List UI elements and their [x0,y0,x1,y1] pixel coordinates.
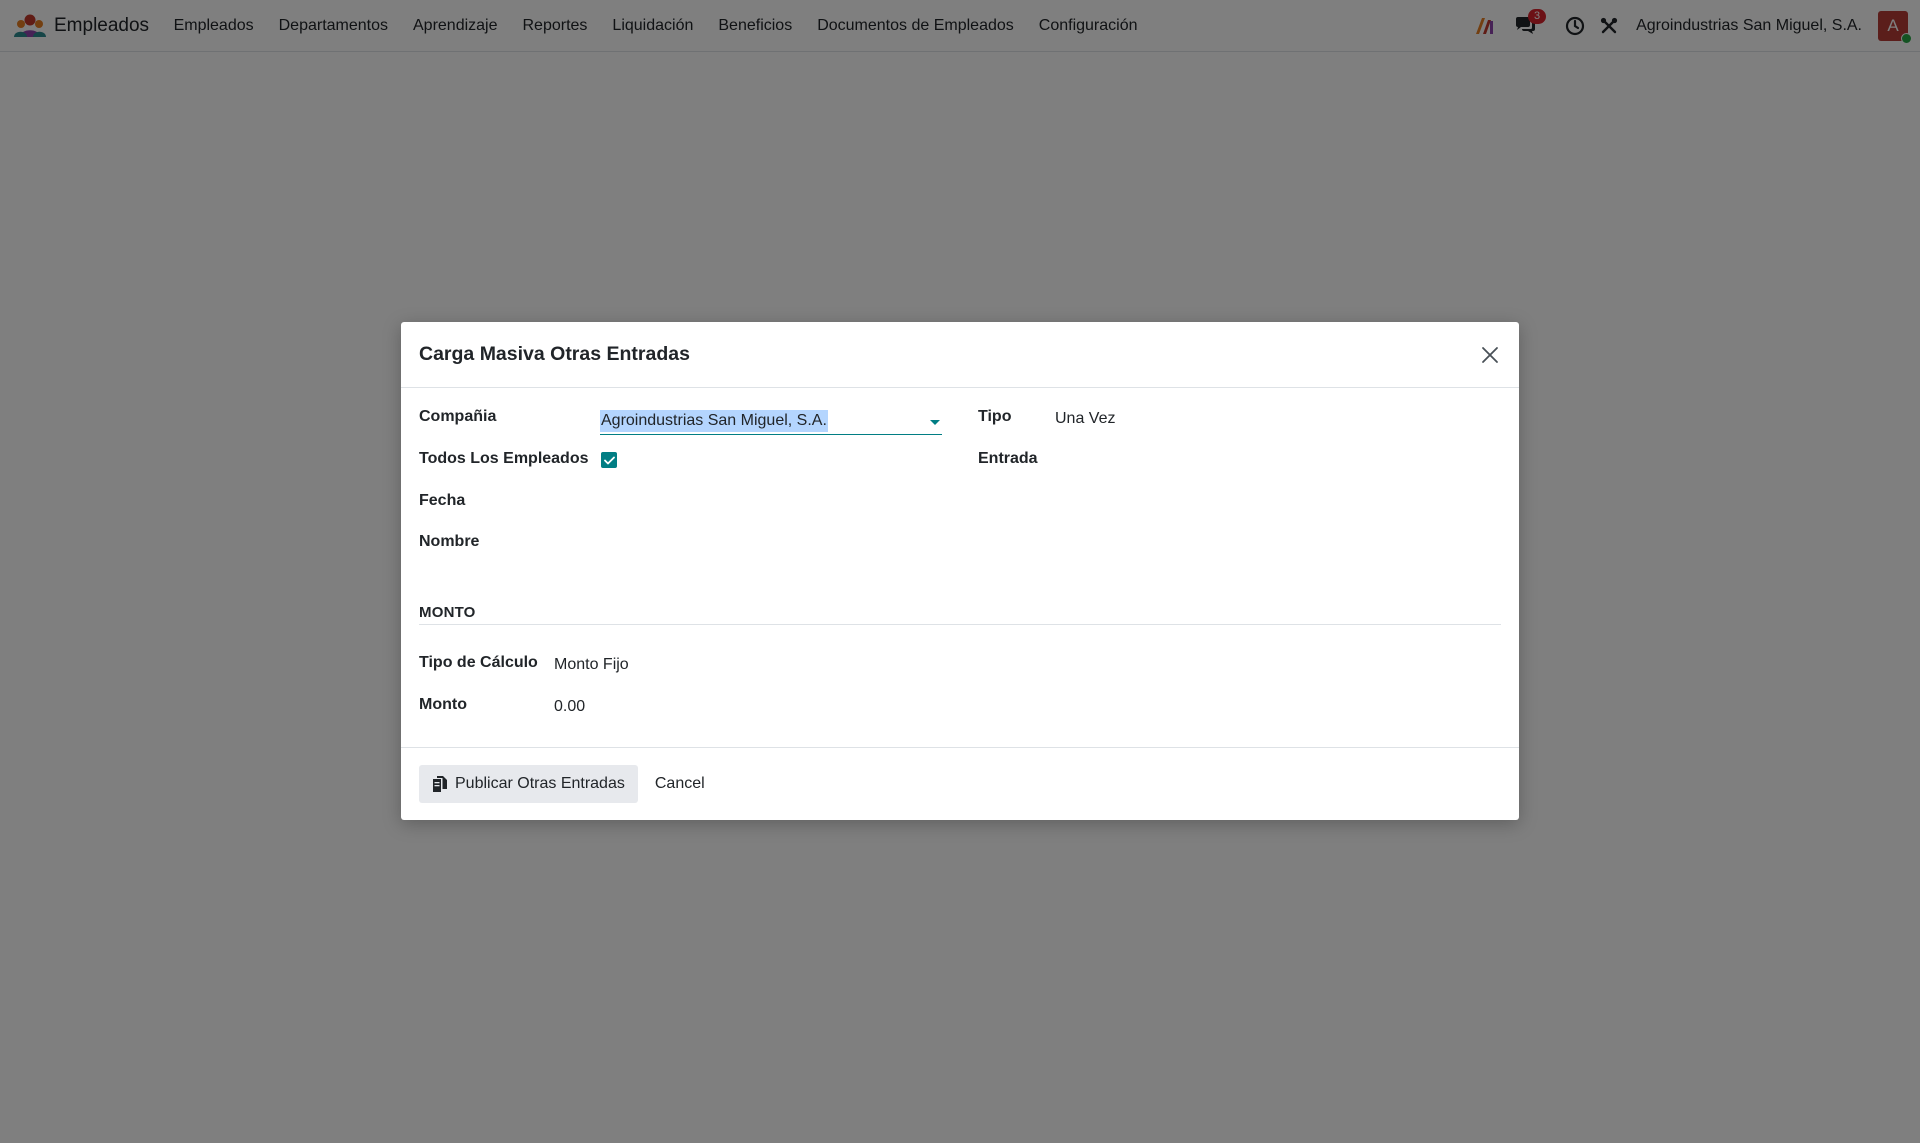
dialog-footer: Publicar Otras Entradas Cancel [401,747,1519,820]
tipo-calculo-label: Tipo de Cálculo [419,654,538,671]
dialog-title: Carga Masiva Otras Entradas [419,343,690,365]
nombre-label: Nombre [419,533,480,550]
check-icon [603,456,615,464]
monto-value[interactable]: 0.00 [554,698,585,716]
entrada-label: Entrada [978,450,1038,467]
todos-empleados-checkbox[interactable] [601,452,617,468]
section-divider [419,624,1501,625]
tipo-calculo-value[interactable]: Monto Fijo [554,656,629,674]
tipo-label: Tipo [978,408,1012,425]
compania-select-value: Agroindustrias San Miguel, S.A. [600,410,828,432]
mass-entries-dialog: Carga Masiva Otras Entradas Compañia Agr… [401,322,1519,820]
cancel-button[interactable]: Cancel [642,765,718,803]
dialog-header: Carga Masiva Otras Entradas [401,322,1519,388]
documents-icon [433,776,447,792]
compania-label: Compañia [419,408,497,425]
monto-label: Monto [419,696,467,713]
compania-select[interactable]: Agroindustrias San Miguel, S.A. [600,409,942,435]
todos-empleados-label: Todos Los Empleados [419,450,589,467]
tipo-value[interactable]: Una Vez [1055,410,1115,428]
publish-button-label: Publicar Otras Entradas [455,775,625,792]
chevron-down-icon[interactable] [930,420,940,425]
close-icon[interactable] [1479,344,1501,366]
monto-section-title: MONTO [419,604,476,621]
fecha-label: Fecha [419,492,466,509]
publish-entries-button[interactable]: Publicar Otras Entradas [419,765,638,803]
dialog-body: Compañia Agroindustrias San Miguel, S.A.… [401,388,1519,747]
